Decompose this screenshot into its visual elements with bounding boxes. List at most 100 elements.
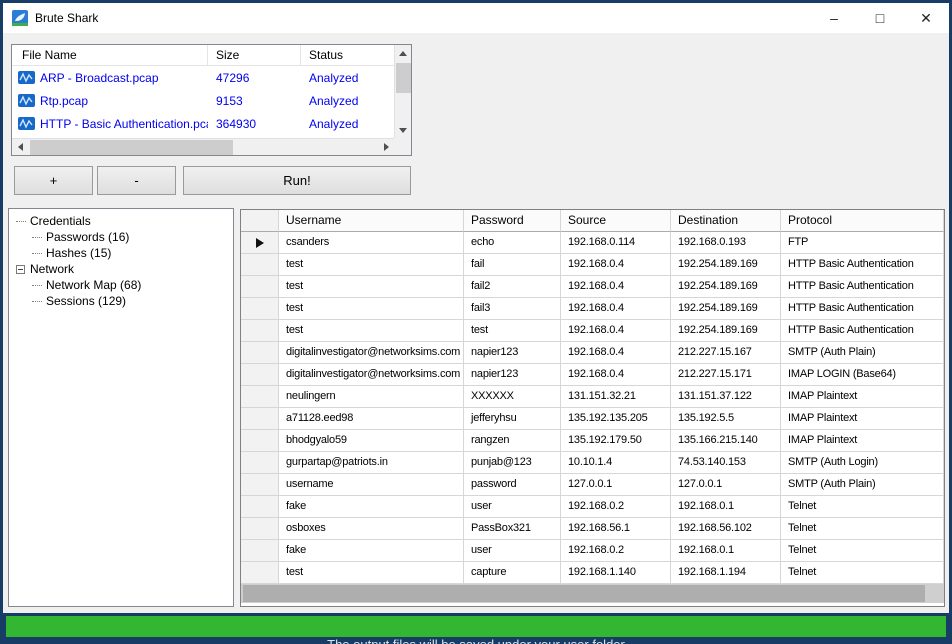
grid-column-header-password[interactable]: Password: [464, 210, 561, 232]
row-header-cell[interactable]: [241, 496, 279, 518]
row-header-cell[interactable]: [241, 342, 279, 364]
grid-column-header-source[interactable]: Source: [561, 210, 671, 232]
tree-item-credentials[interactable]: Credentials: [9, 213, 233, 229]
cell-username: test: [279, 320, 464, 342]
grid-horizontal-scrollbar[interactable]: [241, 584, 944, 603]
grid-row[interactable]: osboxesPassBox321192.168.56.1192.168.56.…: [241, 518, 944, 540]
cell-destination: 192.254.189.169: [671, 298, 781, 320]
row-header-cell[interactable]: [241, 474, 279, 496]
grid-header: UsernamePasswordSourceDestinationProtoco…: [241, 210, 944, 232]
remove-file-button[interactable]: -: [97, 166, 176, 195]
file-status-cell: Analyzed: [301, 71, 394, 85]
grid-row[interactable]: fakeuser192.168.0.2192.168.0.1Telnet: [241, 496, 944, 518]
cell-protocol: FTP: [781, 232, 944, 254]
add-file-button[interactable]: +: [14, 166, 93, 195]
cell-destination: 192.254.189.169: [671, 254, 781, 276]
row-header-cell[interactable]: [241, 430, 279, 452]
file-name-cell: ARP - Broadcast.pcap: [12, 71, 208, 85]
file-size-cell: 47296: [208, 71, 301, 85]
grid-row[interactable]: testtest192.168.0.4192.254.189.169HTTP B…: [241, 320, 944, 342]
tree-item-hashes-15[interactable]: Hashes (15): [9, 245, 233, 261]
horizontal-scrollbar-track[interactable]: [28, 139, 378, 155]
tree-item-network-map-68[interactable]: Network Map (68): [9, 277, 233, 293]
grid-corner-header: [241, 210, 279, 232]
scroll-up-icon[interactable]: [395, 45, 411, 61]
cell-protocol: SMTP (Auth Plain): [781, 474, 944, 496]
cell-username: fake: [279, 540, 464, 562]
row-header-cell[interactable]: [241, 518, 279, 540]
row-header-cell[interactable]: [241, 540, 279, 562]
cell-destination: 212.227.15.171: [671, 364, 781, 386]
grid-row[interactable]: gurpartap@patriots.inpunjab@12310.10.1.4…: [241, 452, 944, 474]
row-header-cell[interactable]: [241, 232, 279, 254]
cell-protocol: Telnet: [781, 540, 944, 562]
cell-password: fail3: [464, 298, 561, 320]
grid-row[interactable]: usernamepassword127.0.0.1127.0.0.1SMTP (…: [241, 474, 944, 496]
file-size-cell: 364930: [208, 117, 301, 131]
row-header-cell[interactable]: [241, 276, 279, 298]
scroll-down-icon[interactable]: [395, 122, 411, 138]
cell-protocol: HTTP Basic Authentication: [781, 298, 944, 320]
row-header-cell[interactable]: [241, 254, 279, 276]
cell-destination: 131.151.37.122: [671, 386, 781, 408]
grid-row[interactable]: digitalinvestigator@networksims.comnapie…: [241, 342, 944, 364]
tree-item-passwords-16[interactable]: Passwords (16): [9, 229, 233, 245]
row-header-cell[interactable]: [241, 408, 279, 430]
grid-row[interactable]: neulingernXXXXXX131.151.32.21131.151.37.…: [241, 386, 944, 408]
row-header-cell[interactable]: [241, 364, 279, 386]
grid-scrollbar-thumb[interactable]: [243, 585, 925, 602]
grid-row[interactable]: fakeuser192.168.0.2192.168.0.1Telnet: [241, 540, 944, 562]
row-header-cell[interactable]: [241, 298, 279, 320]
cell-protocol: IMAP Plaintext: [781, 386, 944, 408]
app-window: Brute Shark – □ ✕ File NameSizeStatus AR…: [0, 0, 952, 644]
file-column-header-file-name[interactable]: File Name: [12, 45, 208, 65]
cell-source: 192.168.0.2: [561, 540, 671, 562]
vertical-scrollbar-thumb[interactable]: [396, 63, 411, 93]
grid-column-header-protocol[interactable]: Protocol: [781, 210, 944, 232]
tree-item-sessions-129[interactable]: Sessions (129): [9, 293, 233, 309]
cell-destination: 74.53.140.153: [671, 452, 781, 474]
cell-destination: 135.166.215.140: [671, 430, 781, 452]
run-button[interactable]: Run!: [183, 166, 411, 195]
horizontal-scrollbar-thumb[interactable]: [30, 140, 233, 155]
maximize-button[interactable]: □: [857, 3, 903, 33]
client-area: File NameSizeStatus ARP - Broadcast.pcap…: [3, 33, 949, 613]
scroll-left-icon[interactable]: [12, 139, 28, 155]
cell-password: jefferyhsu: [464, 408, 561, 430]
cell-password: user: [464, 496, 561, 518]
grid-row[interactable]: a71128.eed98jefferyhsu135.192.135.205135…: [241, 408, 944, 430]
minimize-button[interactable]: –: [811, 3, 857, 33]
grid-row[interactable]: csandersecho192.168.0.114192.168.0.193FT…: [241, 232, 944, 254]
grid-row[interactable]: digitalinvestigator@networksims.comnapie…: [241, 364, 944, 386]
tree-item-label: Passwords (16): [46, 230, 129, 244]
cell-username: test: [279, 276, 464, 298]
scroll-right-icon[interactable]: [378, 139, 394, 155]
row-header-cell[interactable]: [241, 320, 279, 342]
tree-item-network[interactable]: Network: [9, 261, 233, 277]
file-list-vertical-scrollbar[interactable]: [394, 45, 411, 138]
grid-row[interactable]: testfail192.168.0.4192.254.189.169HTTP B…: [241, 254, 944, 276]
file-row[interactable]: Rtp.pcap9153Analyzed: [12, 89, 394, 112]
cell-destination: 192.168.0.1: [671, 540, 781, 562]
tree-view: CredentialsPasswords (16)Hashes (15)Netw…: [9, 213, 233, 309]
cell-username: test: [279, 298, 464, 320]
row-header-cell[interactable]: [241, 386, 279, 408]
grid-column-header-username[interactable]: Username: [279, 210, 464, 232]
cell-protocol: HTTP Basic Authentication: [781, 276, 944, 298]
row-header-cell[interactable]: [241, 452, 279, 474]
file-row[interactable]: ARP - Broadcast.pcap47296Analyzed: [12, 66, 394, 89]
grid-row[interactable]: bhodgyalo59rangzen135.192.179.50135.166.…: [241, 430, 944, 452]
row-header-cell[interactable]: [241, 562, 279, 584]
cell-protocol: Telnet: [781, 518, 944, 540]
close-button[interactable]: ✕: [903, 3, 949, 33]
grid-row[interactable]: testcapture192.168.1.140192.168.1.194Tel…: [241, 562, 944, 584]
expand-collapse-icon[interactable]: [16, 265, 25, 274]
file-row[interactable]: HTTP - Basic Authentication.pcap364930An…: [12, 112, 394, 135]
grid-row[interactable]: testfail3192.168.0.4192.254.189.169HTTP …: [241, 298, 944, 320]
file-column-header-size[interactable]: Size: [208, 45, 301, 65]
file-list-horizontal-scrollbar[interactable]: [12, 138, 394, 155]
grid-row[interactable]: testfail2192.168.0.4192.254.189.169HTTP …: [241, 276, 944, 298]
grid-column-header-destination[interactable]: Destination: [671, 210, 781, 232]
cell-source: 192.168.0.2: [561, 496, 671, 518]
file-list-panel: File NameSizeStatus ARP - Broadcast.pcap…: [11, 44, 412, 156]
